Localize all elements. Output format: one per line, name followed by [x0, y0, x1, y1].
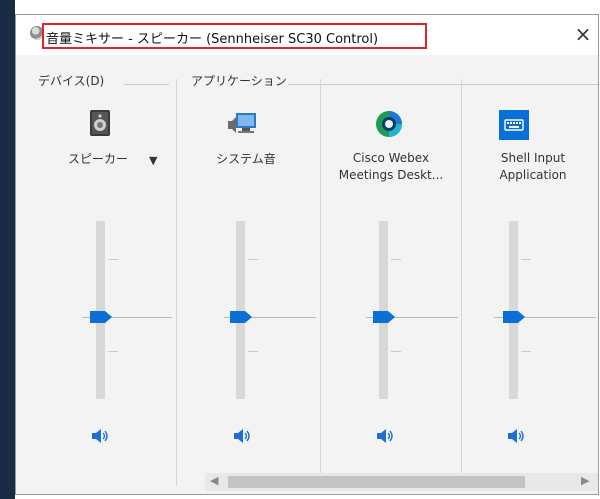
- app-name-line1: Shell Input: [500, 151, 566, 165]
- device-name[interactable]: スピーカー: [38, 151, 158, 168]
- app-column-divider: [320, 79, 321, 486]
- volume-tick: [521, 259, 531, 260]
- horizontal-scrollbar[interactable]: ◀ ▶: [205, 473, 598, 491]
- applications-section-rule: [288, 84, 598, 85]
- speaker-mute-icon[interactable]: [506, 428, 526, 444]
- scroll-left-arrow[interactable]: ◀: [210, 474, 218, 487]
- speaker-mute-icon[interactable]: [375, 428, 395, 444]
- volume-mixer-window: 音量ミキサー - スピーカー (Sennheiser SC30 Control)…: [15, 14, 599, 495]
- applications-section-label: アプリケーション: [191, 74, 287, 88]
- chevron-down-icon[interactable]: ▼: [149, 154, 157, 167]
- speaker-mute-icon[interactable]: [90, 428, 110, 444]
- title-bar: 音量ミキサー - スピーカー (Sennheiser SC30 Control)…: [16, 15, 598, 55]
- scroll-right-arrow[interactable]: ▶: [581, 474, 589, 487]
- close-button[interactable]: ×: [571, 22, 595, 46]
- volume-tick: [248, 259, 258, 260]
- keyboard-app-icon[interactable]: [499, 110, 529, 140]
- window-title: 音量ミキサー - スピーカー (Sennheiser SC30 Control): [46, 32, 379, 47]
- desktop-top-edge: [0, 0, 600, 14]
- volume-tick: [521, 351, 531, 352]
- app-name-line2: Application: [499, 168, 567, 182]
- desktop-left-edge: [0, 0, 15, 499]
- volume-tick: [391, 351, 401, 352]
- system-sounds-icon[interactable]: [228, 111, 258, 137]
- device-volume-slider-thumb[interactable]: [89, 310, 113, 324]
- app-volume-slider-thumb[interactable]: [372, 310, 396, 324]
- app-name: システム音: [216, 152, 276, 166]
- speaker-mute-icon[interactable]: [232, 428, 252, 444]
- speaker-device-icon[interactable]: [88, 109, 112, 137]
- app-name-line2: Meetings Deskt...: [338, 168, 444, 182]
- app-volume-slider-thumb[interactable]: [229, 310, 253, 324]
- scrollbar-thumb[interactable]: [228, 476, 525, 488]
- volume-tick: [108, 351, 118, 352]
- webex-icon[interactable]: [375, 110, 403, 138]
- volume-tick: [108, 259, 118, 260]
- device-apps-divider: [176, 79, 177, 486]
- device-section-label: デバイス(D): [38, 74, 105, 88]
- app-volume-slider-thumb[interactable]: [502, 310, 526, 324]
- app-name-line1: Cisco Webex: [352, 151, 430, 165]
- volume-tick: [248, 351, 258, 352]
- device-section-rule: [124, 84, 169, 85]
- volume-tick: [391, 259, 401, 260]
- app-column-divider: [461, 79, 462, 486]
